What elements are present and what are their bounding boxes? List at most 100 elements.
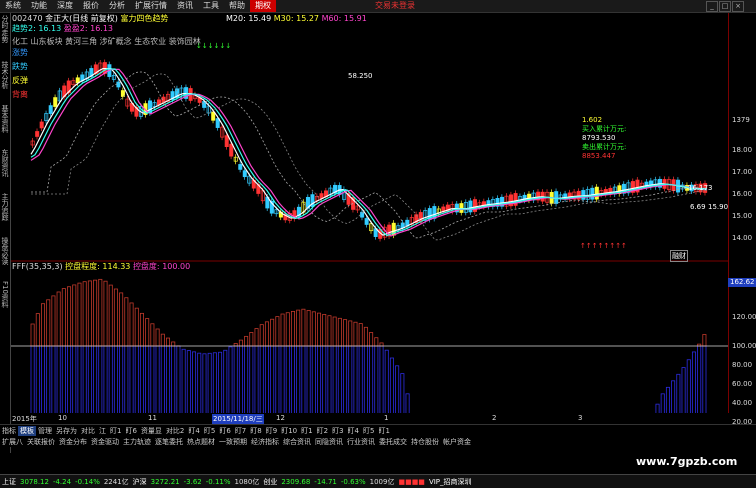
extension-tab[interactable]: 资金驱动 [89, 437, 121, 447]
fund-flow-value: 1.602 [582, 116, 626, 125]
extension-tab[interactable]: 一致预期 [217, 437, 249, 447]
control-bar-excess [109, 285, 112, 346]
control-bar [682, 368, 685, 413]
minimize-icon[interactable]: _ [706, 1, 718, 12]
menu-analysis[interactable]: 分析 [104, 0, 130, 12]
control-bar [687, 360, 690, 413]
tab-technical[interactable]: 技术分析 [0, 61, 10, 89]
control-bar [140, 346, 143, 413]
extension-tab[interactable]: 综合资讯 [281, 437, 313, 447]
indicator-tab[interactable]: 盯8 [248, 426, 263, 436]
tab-news[interactable]: 东财资讯 [0, 149, 10, 177]
menu-tools[interactable]: 工具 [198, 0, 224, 12]
control-bar [114, 346, 117, 413]
close-icon[interactable]: × [732, 1, 744, 12]
menu-options[interactable]: 期权 [250, 0, 276, 12]
extension-tab[interactable]: 帐户资金 [441, 437, 473, 447]
price-annotation: 58.250 [348, 72, 373, 80]
indicator-tab[interactable]: 盯10 [279, 426, 299, 436]
axis-tick: 80.00 [732, 361, 752, 369]
indicator-tab[interactable]: 盯1 [299, 426, 314, 436]
indicator-tab[interactable]: 盯6 [123, 426, 138, 436]
tab-intraday[interactable]: 分时走势 [0, 15, 10, 43]
sz-name[interactable]: 沪深 [131, 477, 149, 487]
indicator-tab[interactable]: 盯1 [376, 426, 391, 436]
trade-login-alert[interactable]: 交易未登录 [375, 0, 415, 12]
extension-tab[interactable]: 主力轨迹 [121, 437, 153, 447]
extension-tab[interactable]: 逐笔委托 [153, 437, 185, 447]
indicator-tab[interactable]: 资量显 [139, 426, 164, 436]
control-bar [67, 346, 70, 413]
control-bar-excess [57, 292, 60, 346]
indicator-tab[interactable]: 盯4 [346, 426, 361, 436]
control-bar [317, 346, 320, 413]
x-axis-cursor-date[interactable]: 2015/11/18/三 [212, 414, 264, 424]
extension-tab[interactable]: 持仓股份 [409, 437, 441, 447]
indicator-tab[interactable]: 盯5 [202, 426, 217, 436]
indicator-tab[interactable]: 模板 [18, 426, 36, 436]
tab-f10[interactable]: F10资料 [0, 281, 10, 308]
indicator-tab[interactable]: 管理 [36, 426, 54, 436]
indicator-tab[interactable]: 盯4 [186, 426, 201, 436]
menu-extended[interactable]: 扩展行情 [130, 0, 172, 12]
indicator-tab[interactable]: 盯1 [108, 426, 123, 436]
sh-name[interactable]: 上证 [0, 477, 18, 487]
axis-tick: 100.00 [732, 342, 756, 350]
extension-tab[interactable]: 关联报价 [25, 437, 57, 447]
sell-total-label: 卖出累计万元: [582, 143, 626, 152]
indicator-tab[interactable]: 盯9 [264, 426, 279, 436]
indicator-tab[interactable]: 对比 [79, 426, 97, 436]
indicator-tab[interactable]: 盯2 [315, 426, 330, 436]
maximize-icon[interactable]: □ [719, 1, 731, 12]
control-bar-excess [281, 314, 284, 346]
extension-tab[interactable]: 热点题材 [185, 437, 217, 447]
down-arrows-icon: ↓↓↓↓↓↓ [196, 42, 231, 50]
indicator-tab[interactable]: 江 [97, 426, 108, 436]
extension-tab[interactable]: 资金分布 [57, 437, 89, 447]
tab-must-read[interactable]: 操盘必读 [0, 237, 10, 265]
indicator-tab[interactable]: 盯3 [330, 426, 345, 436]
control-label: 控盘程度: [65, 262, 100, 271]
tab-fundamentals[interactable]: 基本资料 [0, 105, 10, 133]
control-bar [328, 346, 331, 413]
menu-news[interactable]: 资讯 [172, 0, 198, 12]
control-bar-excess [260, 325, 263, 346]
control-bar [297, 346, 300, 413]
indicator-tab[interactable]: 指标 [0, 426, 18, 436]
indicator-tab[interactable]: 盯6 [217, 426, 232, 436]
menu-quote[interactable]: 报价 [78, 0, 104, 12]
vip-label[interactable]: VIP_招商深圳 [427, 477, 474, 487]
control-bar-excess [245, 336, 248, 346]
control-bar [57, 346, 60, 413]
control-bar [130, 346, 133, 413]
tab-main-force[interactable]: 主力追踪 [0, 193, 10, 221]
indicator-tabs: 指标模板管理另存为对比江盯1盯6资量显对比2盯4盯5盯6盯7盯8盯9盯10盯1盯… [0, 424, 756, 436]
menu-help[interactable]: 帮助 [224, 0, 250, 12]
x-axis-date: 1 [384, 414, 388, 422]
control-bar [396, 366, 399, 413]
control-bar [135, 346, 138, 413]
control-bar-excess [359, 324, 362, 346]
indicator-tab[interactable]: 对比2 [164, 426, 186, 436]
menu-system[interactable]: 系统 [0, 0, 26, 12]
extension-tab[interactable]: 经济指标 [249, 437, 281, 447]
cy-name[interactable]: 创业 [261, 477, 279, 487]
extension-tab[interactable]: 同隐资讯 [313, 437, 345, 447]
extension-tab[interactable]: 扩展八 [0, 437, 25, 447]
menu-depth[interactable]: 深度 [52, 0, 78, 12]
sz-pct: -0.11% [204, 478, 233, 486]
indicator-tab[interactable]: 另存为 [54, 426, 79, 436]
candle [54, 98, 57, 107]
finance-badge[interactable]: 融财 [670, 250, 688, 262]
control-bar [281, 346, 284, 413]
control-bar-excess [349, 321, 352, 346]
sz-amount: 1080亿 [233, 477, 262, 487]
control-bar-excess [114, 289, 117, 346]
extension-tab[interactable]: 委托成交 [377, 437, 409, 447]
control-bar [83, 346, 86, 413]
indicator-tab[interactable]: 盯5 [361, 426, 376, 436]
indicator-tab[interactable]: 盯7 [233, 426, 248, 436]
extension-tab[interactable]: 行业资讯 [345, 437, 377, 447]
menu-function[interactable]: 功能 [26, 0, 52, 12]
fund-flow-panel: 1.602 买入累计万元: 8793.530 卖出累计万元: 8853.447 [582, 116, 626, 161]
